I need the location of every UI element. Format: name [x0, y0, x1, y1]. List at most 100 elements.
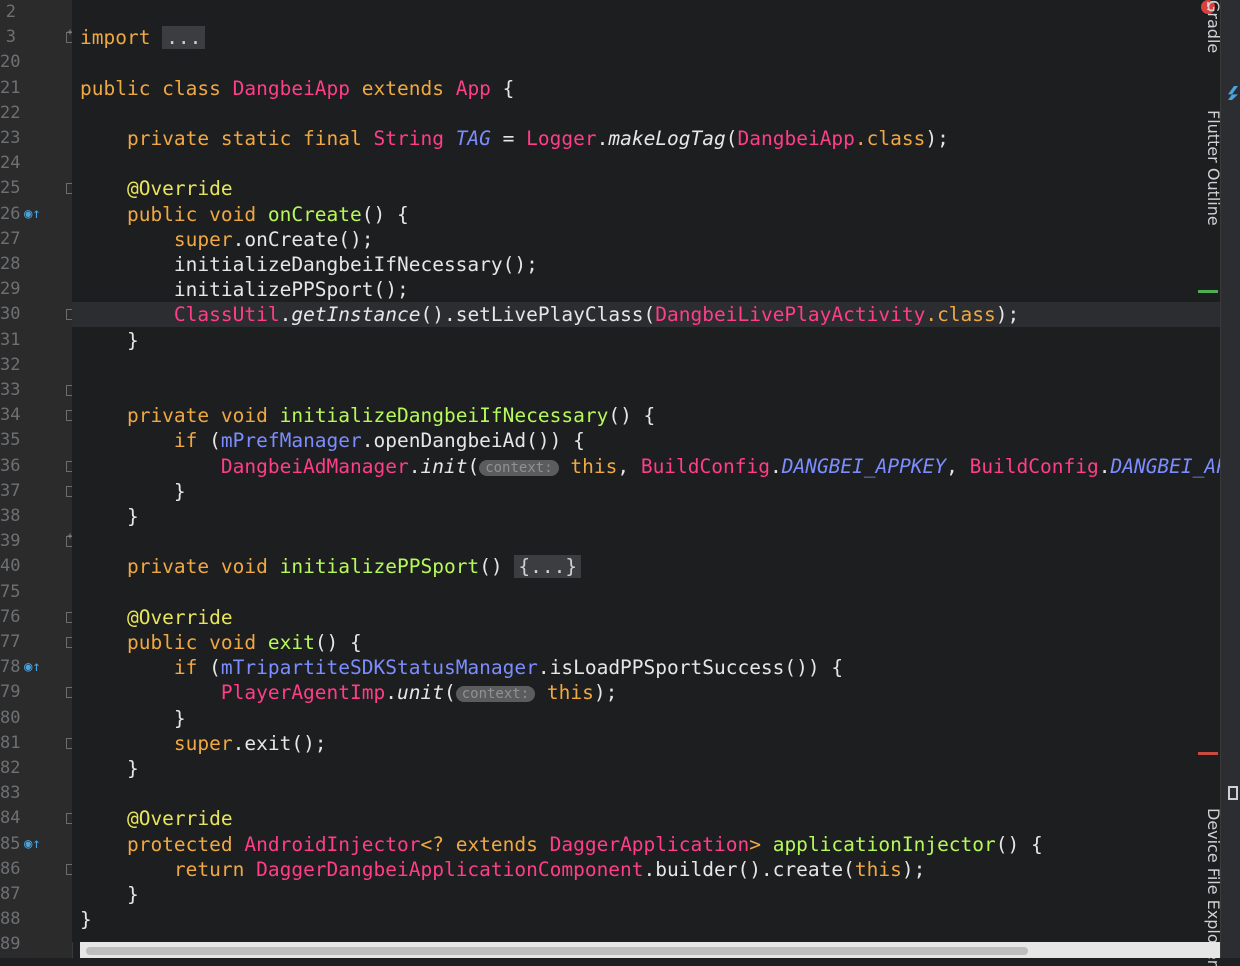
line-number: 79 [0, 682, 21, 703]
scrollbar-thumb[interactable] [86, 947, 1028, 955]
code-token: } [80, 757, 139, 780]
code-token: init [420, 454, 468, 478]
line-number: 82 [0, 758, 21, 778]
code-line: } [80, 882, 139, 907]
code-token: ().setLivePlayClass( [420, 303, 656, 327]
code-token: () { [314, 631, 362, 654]
line-number: 78 [0, 657, 21, 678]
code-token: mPrefManager [220, 429, 362, 453]
line-number: 75 [0, 581, 21, 602]
folded-region[interactable]: {...} [514, 555, 582, 579]
right-tool-window-bar: ! [1201, 0, 1240, 958]
code-token: private void [80, 555, 280, 579]
code-token: } [80, 883, 139, 906]
code-token: () { [608, 404, 656, 428]
line-number: 32 [0, 354, 21, 375]
parameter-hint: context: [455, 686, 536, 703]
code-token: @Override [80, 807, 233, 831]
code-token: Logger [526, 127, 597, 150]
code-token: } [80, 479, 186, 503]
code-token: ( [467, 454, 480, 478]
code-token: { [490, 76, 515, 100]
tool-window-flutter-outline[interactable]: Flutter Outline [1204, 110, 1223, 226]
folded-region[interactable]: ... [162, 26, 206, 50]
override-method-icon[interactable]: ◉↑ [24, 659, 44, 675]
code-token: .onCreate(); [232, 227, 374, 251]
code-token: if [80, 429, 210, 453]
code-token: AndroidInjector [244, 832, 421, 856]
line-number: 31 [0, 329, 21, 350]
code-token: BuildConfig [640, 454, 770, 478]
code-token: () [479, 555, 515, 579]
code-line: private void initializePPSport() {...} [80, 554, 582, 579]
line-number: 40 [0, 556, 21, 577]
code-token: ( [209, 429, 221, 453]
code-token: super [80, 731, 233, 755]
code-line: super.onCreate(); [80, 227, 374, 252]
code-line: public class DangbeiApp extends App { [80, 76, 514, 101]
override-method-icon[interactable]: ◉↑ [24, 836, 44, 852]
code-token: private static final [80, 127, 374, 150]
change-marker-green [1198, 290, 1218, 293]
line-number: 76 [0, 606, 21, 627]
code-token: makeLogTag [608, 127, 726, 150]
line-number: 25 [0, 178, 21, 199]
code-line: } [80, 756, 139, 781]
code-token: initializeDangbeiIfNecessary [279, 404, 609, 428]
code-line: super.exit(); [80, 731, 327, 756]
device-icon [1228, 786, 1238, 800]
code-line: @Override [80, 176, 233, 201]
code-line: import ... [80, 25, 206, 50]
code-line: initializePPSport(); [80, 277, 409, 302]
code-line: public void onCreate() { [80, 202, 409, 227]
override-method-icon[interactable]: ◉↑ [24, 206, 44, 222]
line-number: 20 [0, 52, 21, 73]
code-token: public void [80, 202, 268, 226]
code-token: , [617, 454, 641, 478]
line-number: 88 [0, 909, 21, 930]
line-number: 21 [0, 77, 21, 98]
code-token: . [769, 454, 782, 478]
code-token: ( [443, 681, 456, 705]
line-number: 39 [0, 531, 21, 552]
line-number: 2 [5, 2, 16, 22]
code-token: .builder().create( [643, 857, 855, 881]
tool-window-gradle[interactable]: Gradle [1204, 0, 1223, 53]
line-number: 34 [0, 405, 21, 426]
line-number: 29 [0, 279, 21, 300]
code-line: } [80, 479, 186, 504]
code-token: DANGBEI_APP_SEC [1110, 454, 1220, 478]
code-token: } [80, 505, 139, 528]
code-token: initializePPSport(); [80, 278, 409, 302]
code-token: this [535, 681, 594, 705]
line-number: 85 [0, 833, 21, 854]
code-token: @Override [80, 605, 233, 629]
code-token: ( [209, 656, 221, 680]
code-token: applicationInjector [772, 832, 996, 856]
code-line: } [80, 907, 92, 932]
code-line: public void exit() { [80, 630, 362, 655]
line-number: 23 [0, 128, 21, 148]
line-number: 27 [0, 228, 21, 249]
line-number: 24 [0, 153, 21, 174]
code-token: . [279, 303, 292, 327]
code-token: DangbeiLivePlayActivity [655, 303, 926, 327]
code-token: ); [901, 857, 926, 881]
code-token: .openDangbeiAd()) { [361, 429, 585, 453]
line-number: 30 [0, 304, 21, 325]
code-token: DANGBEI_APPKEY [781, 454, 947, 478]
code-token: this [558, 454, 618, 478]
code-token: BuildConfig [969, 454, 1099, 478]
code-token: .class [854, 127, 926, 150]
horizontal-scrollbar[interactable] [80, 942, 1220, 958]
code-line: @Override [80, 806, 233, 831]
code-line: protected AndroidInjector<? extends Dagg… [80, 832, 1043, 857]
code-token: TAG [455, 127, 491, 150]
code-token: public class [80, 76, 233, 100]
code-editor[interactable]: import ... public class DangbeiApp extend… [72, 0, 1220, 942]
code-token: } [80, 706, 186, 730]
code-token: import [80, 26, 163, 50]
code-token: .isLoadPPSportSuccess()) { [537, 656, 844, 680]
code-token: ); [593, 681, 618, 705]
code-token: onCreate [267, 202, 362, 226]
